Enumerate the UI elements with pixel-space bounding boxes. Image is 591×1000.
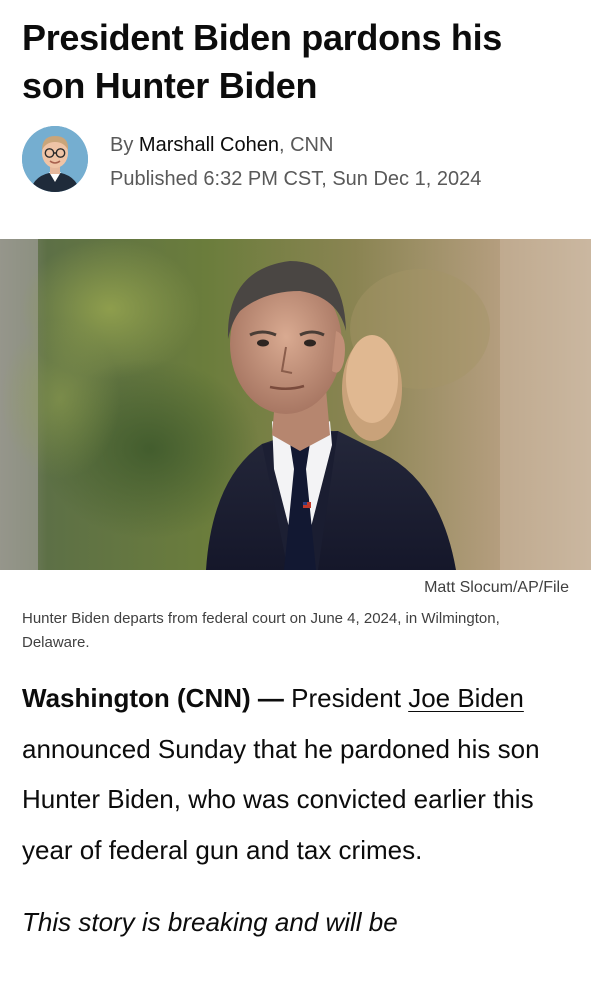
byline-separator: ,: [278, 134, 291, 156]
author-link[interactable]: Marshall Cohen: [139, 134, 279, 156]
hero-image[interactable]: [0, 239, 591, 570]
byline: By Marshall Cohen, CNN Published 6:32 PM…: [22, 126, 582, 196]
author-avatar[interactable]: [22, 126, 88, 192]
joe-biden-link[interactable]: Joe Biden: [408, 683, 524, 713]
byline-prefix: By: [110, 134, 139, 156]
lede-paragraph: Washington (CNN) — President Joe Biden a…: [22, 673, 577, 875]
lede-text-end: announced Sunday that he pardoned his so…: [22, 733, 540, 865]
author-line: By Marshall Cohen, CNN: [110, 128, 481, 162]
lede-text-start: President: [291, 683, 409, 713]
image-caption: Hunter Biden departs from federal court …: [22, 610, 500, 651]
article-headline: President Biden pardons his son Hunter B…: [22, 17, 502, 106]
publish-timestamp: Published 6:32 PM CST, Sun Dec 1, 2024: [110, 168, 482, 190]
article-body: Washington (CNN) — President Joe Biden a…: [22, 673, 577, 947]
source-name: CNN: [290, 134, 334, 156]
breaking-note: This story is breaking and will be: [22, 907, 398, 937]
dateline: Washington (CNN) —: [22, 683, 292, 713]
image-credit: Matt Slocum/AP/File: [424, 579, 569, 596]
